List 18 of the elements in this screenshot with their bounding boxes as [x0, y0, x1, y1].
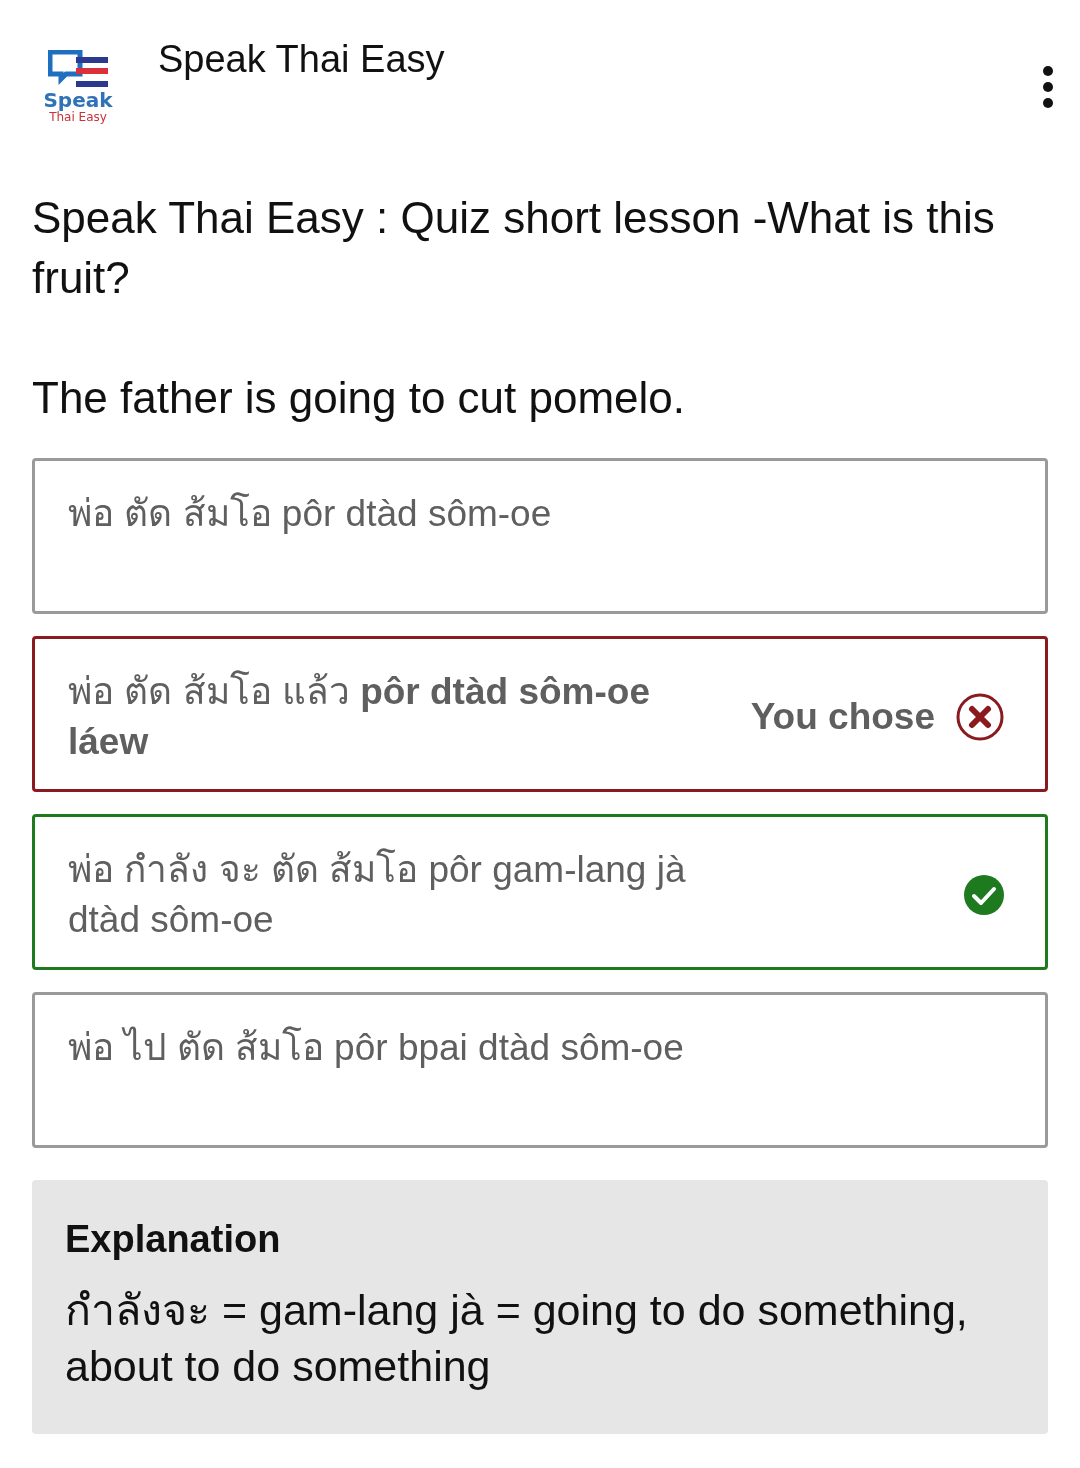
wrong-icon: [955, 692, 1005, 742]
answer-option[interactable]: พ่อ กำลัง จะ ตัด ส้มโอ pôr gam-lang jà dtàd sôm-oe: [32, 814, 1048, 970]
answer-option[interactable]: พ่อ ตัด ส้มโอ pôr dtàd sôm-oe: [32, 458, 1048, 614]
option-text: พ่อ กำลัง จะ ตัด ส้มโอ pôr gam-lang jà dtàd sôm-oe: [68, 847, 687, 942]
you-chose-label: You chose: [750, 695, 935, 740]
option-text: พ่อ ไป ตัด ส้มโอ pôr bpai dtàd sôm-oe: [68, 1025, 685, 1070]
answer-option[interactable]: พ่อ ไป ตัด ส้มโอ pôr bpai dtàd sôm-oe: [32, 992, 1048, 1148]
explanation-heading: Explanation: [65, 1217, 282, 1262]
more-menu-icon[interactable]: [1042, 66, 1054, 108]
app-title: Speak Thai Easy: [158, 37, 445, 82]
answer-option[interactable]: พ่อ ตัด ส้มโอ แล้ว pôr dtàd sôm-oe láew You chose: [32, 636, 1048, 792]
option-text: พ่อ ตัด ส้มโอ pôr dtàd sôm-oe: [68, 491, 553, 536]
check-icon: [963, 874, 1005, 916]
explanation-text: กำลังจะ = gam-lang jà = going to do something, about to do something: [65, 1285, 969, 1392]
quiz-title: Speak Thai Easy : Quiz short lesson -What is this fruit?: [32, 192, 996, 304]
question-text: The father is going to cut pomelo.: [32, 372, 687, 424]
option-text: พ่อ ตัด ส้มโอ แล้ว pôr dtàd sôm-oe láew: [68, 669, 651, 764]
speech-flag-icon: [48, 50, 108, 90]
